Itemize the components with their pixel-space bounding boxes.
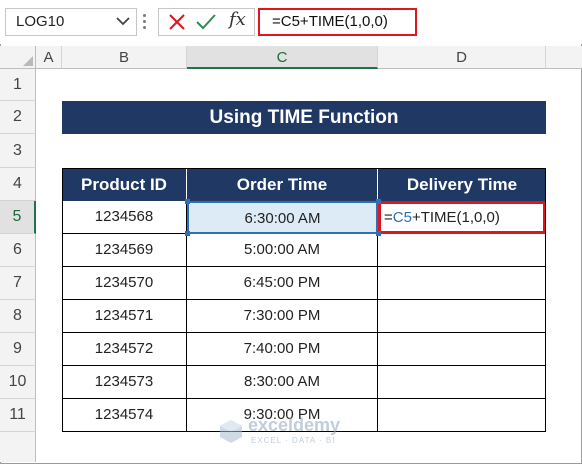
cell-order-time[interactable]: 7:40:00 PM (187, 333, 378, 366)
select-all-corner[interactable] (0, 46, 36, 69)
drag-handle-icon[interactable] (143, 12, 147, 32)
column-header-extra (546, 46, 582, 69)
cell-delivery-time-editing[interactable]: =C5+TIME(1,0,0) (378, 201, 546, 234)
enter-check-icon[interactable] (195, 12, 217, 32)
cell-product-id[interactable]: 1234571 (62, 300, 187, 333)
cell-product-id[interactable]: 1234573 (62, 366, 187, 399)
name-box-value: LOG10 (16, 13, 65, 30)
row-header-7[interactable]: 7 (0, 267, 36, 300)
watermark-tagline: EXCEL · DATA · BI (251, 436, 336, 445)
insert-function-icon[interactable]: fx (229, 9, 246, 30)
edit-prefix: = (384, 209, 393, 226)
header-product-id[interactable]: Product ID (62, 168, 187, 201)
row-header-1[interactable]: 1 (0, 69, 36, 101)
row-header-4[interactable]: 4 (0, 168, 36, 201)
cell-order-time[interactable]: 6:45:00 PM (187, 267, 378, 300)
selection-handle[interactable] (376, 231, 381, 236)
header-order-time[interactable]: Order Time (187, 168, 378, 201)
edit-suffix: +TIME(1,0,0) (411, 209, 500, 226)
cell-product-id[interactable]: 1234570 (62, 267, 187, 300)
cell-delivery-time[interactable] (378, 267, 546, 300)
formula-input[interactable]: =C5+TIME(1,0,0) (258, 8, 417, 36)
sheet-title[interactable]: Using TIME Function (62, 101, 546, 134)
row-header-extra (0, 432, 36, 462)
chevron-down-icon[interactable] (114, 11, 132, 31)
cell-delivery-time[interactable] (378, 366, 546, 399)
formula-text: =C5+TIME(1,0,0) (272, 13, 388, 30)
formula-bar: LOG10 fx =C5+TIME(1,0,0) (0, 0, 582, 44)
column-header-b[interactable]: B (62, 46, 187, 69)
row-header-3[interactable]: 3 (0, 134, 36, 168)
cell-order-time[interactable]: 7:30:00 PM (187, 300, 378, 333)
cell-product-id[interactable]: 1234574 (62, 399, 187, 432)
row-header-6[interactable]: 6 (0, 234, 36, 267)
formula-buttons: fx (158, 8, 255, 36)
cell-delivery-time[interactable] (378, 399, 546, 432)
row-header-10[interactable]: 10 (0, 366, 36, 399)
row-header-5[interactable]: 5 (0, 201, 36, 234)
cell-order-time[interactable]: 8:30:00 AM (187, 366, 378, 399)
selection-handle[interactable] (185, 199, 190, 204)
selection-handle[interactable] (376, 199, 381, 204)
cell-product-id[interactable]: 1234568 (62, 201, 187, 234)
selection-handle[interactable] (185, 231, 190, 236)
cell-delivery-time[interactable] (378, 234, 546, 267)
header-delivery-time[interactable]: Delivery Time (378, 168, 546, 201)
column-header-a[interactable]: A (36, 46, 62, 69)
cell-order-time[interactable]: 5:00:00 AM (187, 234, 378, 267)
watermark: exceldemy EXCEL · DATA · BI (218, 415, 368, 447)
cell-delivery-time[interactable] (378, 333, 546, 366)
row-header-8[interactable]: 8 (0, 300, 36, 333)
row-header-2[interactable]: 2 (0, 101, 36, 134)
column-header-c[interactable]: C (187, 46, 378, 69)
watermark-name: exceldemy (248, 415, 341, 435)
cell-delivery-time[interactable] (378, 300, 546, 333)
column-header-d[interactable]: D (378, 46, 546, 69)
cell-product-id[interactable]: 1234572 (62, 333, 187, 366)
cell-product-id[interactable]: 1234569 (62, 234, 187, 267)
cell-order-time-selected[interactable]: 6:30:00 AM (187, 201, 378, 234)
watermark-logo-icon (220, 420, 242, 443)
row-header-11[interactable]: 11 (0, 399, 36, 432)
name-box[interactable]: LOG10 (5, 8, 137, 36)
edit-cell-reference: C5 (392, 209, 412, 226)
cancel-icon[interactable] (167, 12, 187, 32)
row-header-9[interactable]: 9 (0, 333, 36, 366)
